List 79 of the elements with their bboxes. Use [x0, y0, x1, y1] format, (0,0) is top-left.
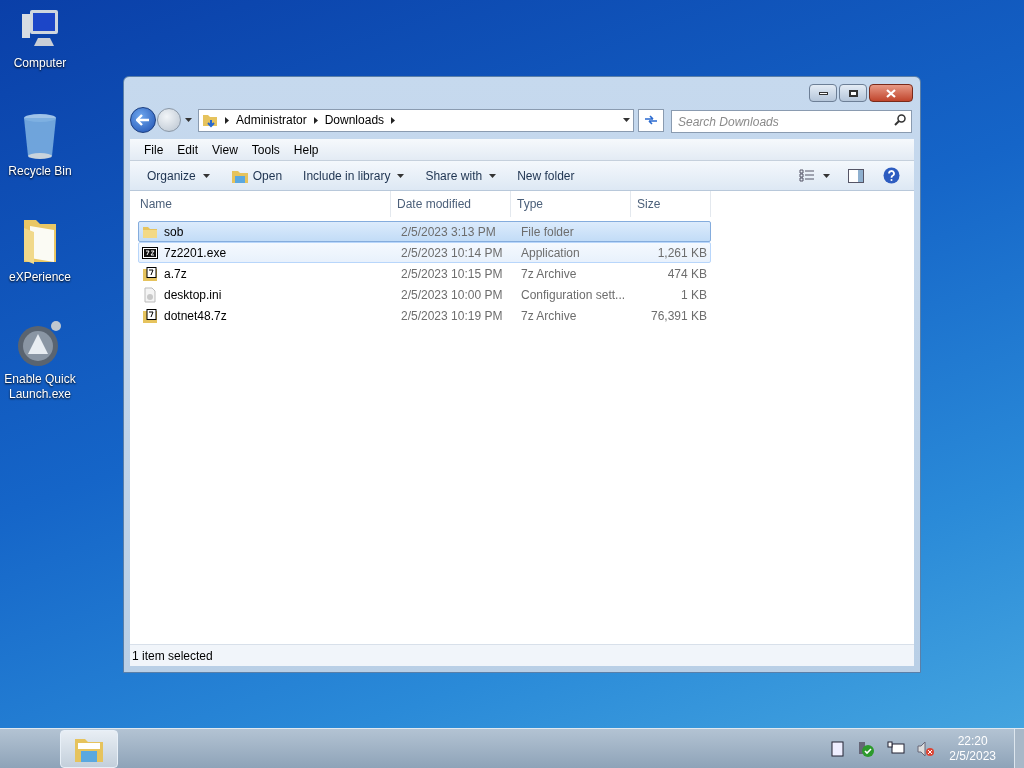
close-icon — [886, 88, 896, 98]
date-modified: 2/5/2023 3:13 PM — [400, 223, 497, 241]
back-arrow-icon — [136, 114, 150, 126]
caret-icon — [623, 118, 630, 122]
chevron-icon — [313, 116, 318, 124]
folder-icon — [202, 112, 218, 128]
open-button[interactable]: Open — [223, 163, 290, 188]
desktop-icon-label[interactable]: Recycle Bin — [1, 164, 79, 179]
caret-icon — [489, 173, 497, 178]
file-name: a.7z — [164, 265, 187, 283]
file-type: File folder — [520, 223, 575, 241]
date-modified: 2/5/2023 10:14 PM — [400, 244, 504, 262]
address-bar[interactable]: Administrator Downloads — [198, 108, 634, 132]
column-header[interactable]: Name — [130, 191, 391, 217]
desktop-icon-label[interactable]: Computer — [1, 56, 79, 71]
refresh-button[interactable] — [638, 108, 664, 132]
chevron-icon — [391, 116, 396, 124]
file-row[interactable]: a.7z 2/5/2023 10:15 PM 7z Archive 474 KB — [138, 263, 711, 284]
file-name: 7z2201.exe — [164, 244, 227, 262]
menu-item[interactable]: Edit — [174, 140, 202, 159]
caret-icon — [823, 173, 830, 178]
breadcrumb-item[interactable]: Administrator — [236, 111, 307, 129]
desktop-icon-label[interactable]: eXPerience — [1, 270, 79, 285]
file-row[interactable]: dotnet48.7z 2/5/2023 10:19 PM 7z Archive 76,391 KB — [138, 305, 711, 326]
minimize-button[interactable] — [809, 84, 837, 102]
desktop-icon-label[interactable]: Enable Quick Launch.exe — [1, 372, 79, 402]
new-folder-button[interactable]: New folder — [510, 163, 582, 188]
file-size: 1,261 KB — [657, 245, 707, 260]
file-size: 474 KB — [667, 266, 707, 281]
maximize-button[interactable] — [839, 84, 867, 102]
refresh-icon — [644, 114, 658, 126]
app-icon — [142, 244, 158, 261]
close-button[interactable] — [869, 84, 913, 102]
menu-item[interactable]: Help — [290, 140, 322, 159]
search-field[interactable]: Search Downloads — [671, 110, 912, 133]
archive-icon — [142, 265, 158, 282]
file-row[interactable]: 7z2201.exe 2/5/2023 10:14 PM Application 1,261 KB — [138, 242, 711, 263]
menu-item[interactable]: Tools — [248, 140, 283, 159]
file-name: dotnet48.7z — [164, 307, 227, 325]
caret-icon — [185, 118, 192, 122]
date-modified: 2/5/2023 10:19 PM — [400, 307, 504, 325]
caret-icon — [397, 173, 405, 178]
column-header[interactable]: Type — [511, 191, 631, 217]
file-type: Configuration sett... — [520, 286, 627, 304]
menu-item[interactable]: View — [209, 140, 241, 159]
file-type: 7z Archive — [520, 265, 578, 283]
notes-icon — [831, 740, 846, 757]
network-icon — [887, 740, 906, 757]
file-name: sob — [164, 223, 184, 241]
back-button[interactable] — [130, 107, 156, 133]
file-type: Application — [520, 244, 581, 262]
file-type: 7z Archive — [520, 307, 578, 325]
menu-item[interactable]: File — [141, 140, 167, 159]
list-view-icon — [799, 168, 815, 183]
file-row[interactable]: desktop.ini 2/5/2023 10:00 PM Configuration sett... 1 KB — [138, 284, 711, 305]
archive-icon — [142, 307, 158, 324]
date-modified: 2/5/2023 10:00 PM — [400, 286, 504, 304]
status-text: 1 item selected — [132, 647, 213, 665]
column-header[interactable]: Date modified — [391, 191, 511, 217]
pane-icon — [848, 168, 864, 183]
help-icon — [882, 167, 900, 184]
caret-icon — [202, 173, 210, 178]
settings-file-icon — [142, 286, 158, 303]
shield-check-icon — [857, 739, 876, 758]
file-size: 1 KB — [681, 287, 707, 302]
file-size: 76,391 KB — [650, 308, 707, 323]
file-name: desktop.ini — [164, 286, 222, 304]
search-icon — [894, 113, 906, 126]
date-modified: 2/5/2023 10:15 PM — [400, 265, 504, 283]
breadcrumb-item[interactable]: Downloads — [324, 111, 385, 129]
column-header[interactable]: Size — [631, 191, 711, 217]
include-in-library-button[interactable]: Include in library — [296, 163, 412, 188]
file-row[interactable]: sob 2/5/2023 3:13 PM File folder — [138, 221, 711, 242]
organize-button[interactable]: Organize — [140, 163, 217, 188]
explorer-taskbar-button[interactable] — [60, 729, 118, 768]
speaker-muted-icon — [917, 740, 936, 757]
app-icon — [16, 320, 64, 368]
chevron-icon — [225, 116, 229, 124]
share-with-button[interactable]: Share with — [418, 163, 504, 188]
